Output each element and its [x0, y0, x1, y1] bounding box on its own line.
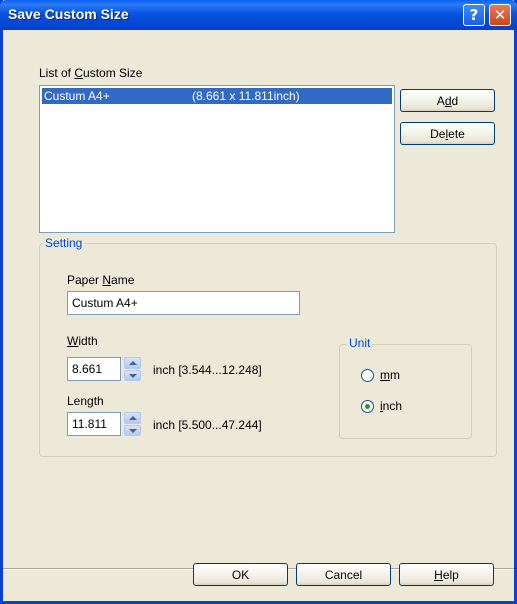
- spin-down-arrow-icon[interactable]: [124, 424, 141, 436]
- unit-group-title: Unit: [347, 336, 373, 350]
- help-button[interactable]: Help: [399, 563, 494, 586]
- paper-name-input[interactable]: Custum A4+: [67, 291, 300, 315]
- list-item-dimensions: (8.661 x 11.811inch): [192, 89, 300, 103]
- dialog-title: Save Custom Size: [8, 6, 129, 22]
- close-button[interactable]: ✕: [489, 4, 511, 26]
- close-icon: ✕: [493, 6, 507, 24]
- delete-button[interactable]: De l ete: [400, 122, 495, 145]
- length-spinner[interactable]: [124, 412, 141, 436]
- custom-size-listbox[interactable]: Custum A4+ (8.661 x 11.811inch): [39, 85, 395, 233]
- length-label: Length: [67, 394, 104, 408]
- add-button[interactable]: Add: [400, 89, 495, 112]
- setting-group-title: Setting: [43, 236, 85, 250]
- list-item-name: Custum A4+: [44, 89, 110, 103]
- custom-size-list-label: List of Custom Size: [39, 66, 143, 80]
- length-input[interactable]: 11.811: [67, 412, 121, 436]
- width-range-label: inch [3.544...12.248]: [153, 363, 262, 377]
- help-titlebar-button[interactable]: ?: [463, 4, 485, 26]
- save-custom-size-dialog: Save Custom Size ? ✕ List of Custom Size…: [0, 0, 517, 604]
- inch-radio[interactable]: [361, 400, 374, 413]
- list-item[interactable]: Custum A4+ (8.661 x 11.811inch): [42, 88, 392, 104]
- length-range-label: inch [5.500...47.244]: [153, 418, 262, 432]
- inch-radio-label[interactable]: inch: [380, 399, 402, 413]
- unit-groupbox: [339, 344, 472, 439]
- cancel-button[interactable]: Cancel: [296, 563, 391, 586]
- question-mark-icon: ?: [469, 6, 479, 24]
- width-input[interactable]: 8.661: [67, 357, 121, 381]
- width-label: Width: [67, 334, 98, 348]
- ok-button[interactable]: OK: [193, 563, 288, 586]
- title-bar: Save Custom Size ? ✕: [0, 0, 517, 30]
- spin-up-arrow-icon[interactable]: [124, 357, 141, 369]
- paper-name-label: Paper Name: [67, 273, 135, 287]
- spin-up-arrow-icon[interactable]: [124, 412, 141, 424]
- width-spinner[interactable]: [124, 357, 141, 381]
- mm-radio-label[interactable]: mm: [380, 368, 400, 382]
- mm-radio[interactable]: [361, 369, 374, 382]
- spin-down-arrow-icon[interactable]: [124, 369, 141, 381]
